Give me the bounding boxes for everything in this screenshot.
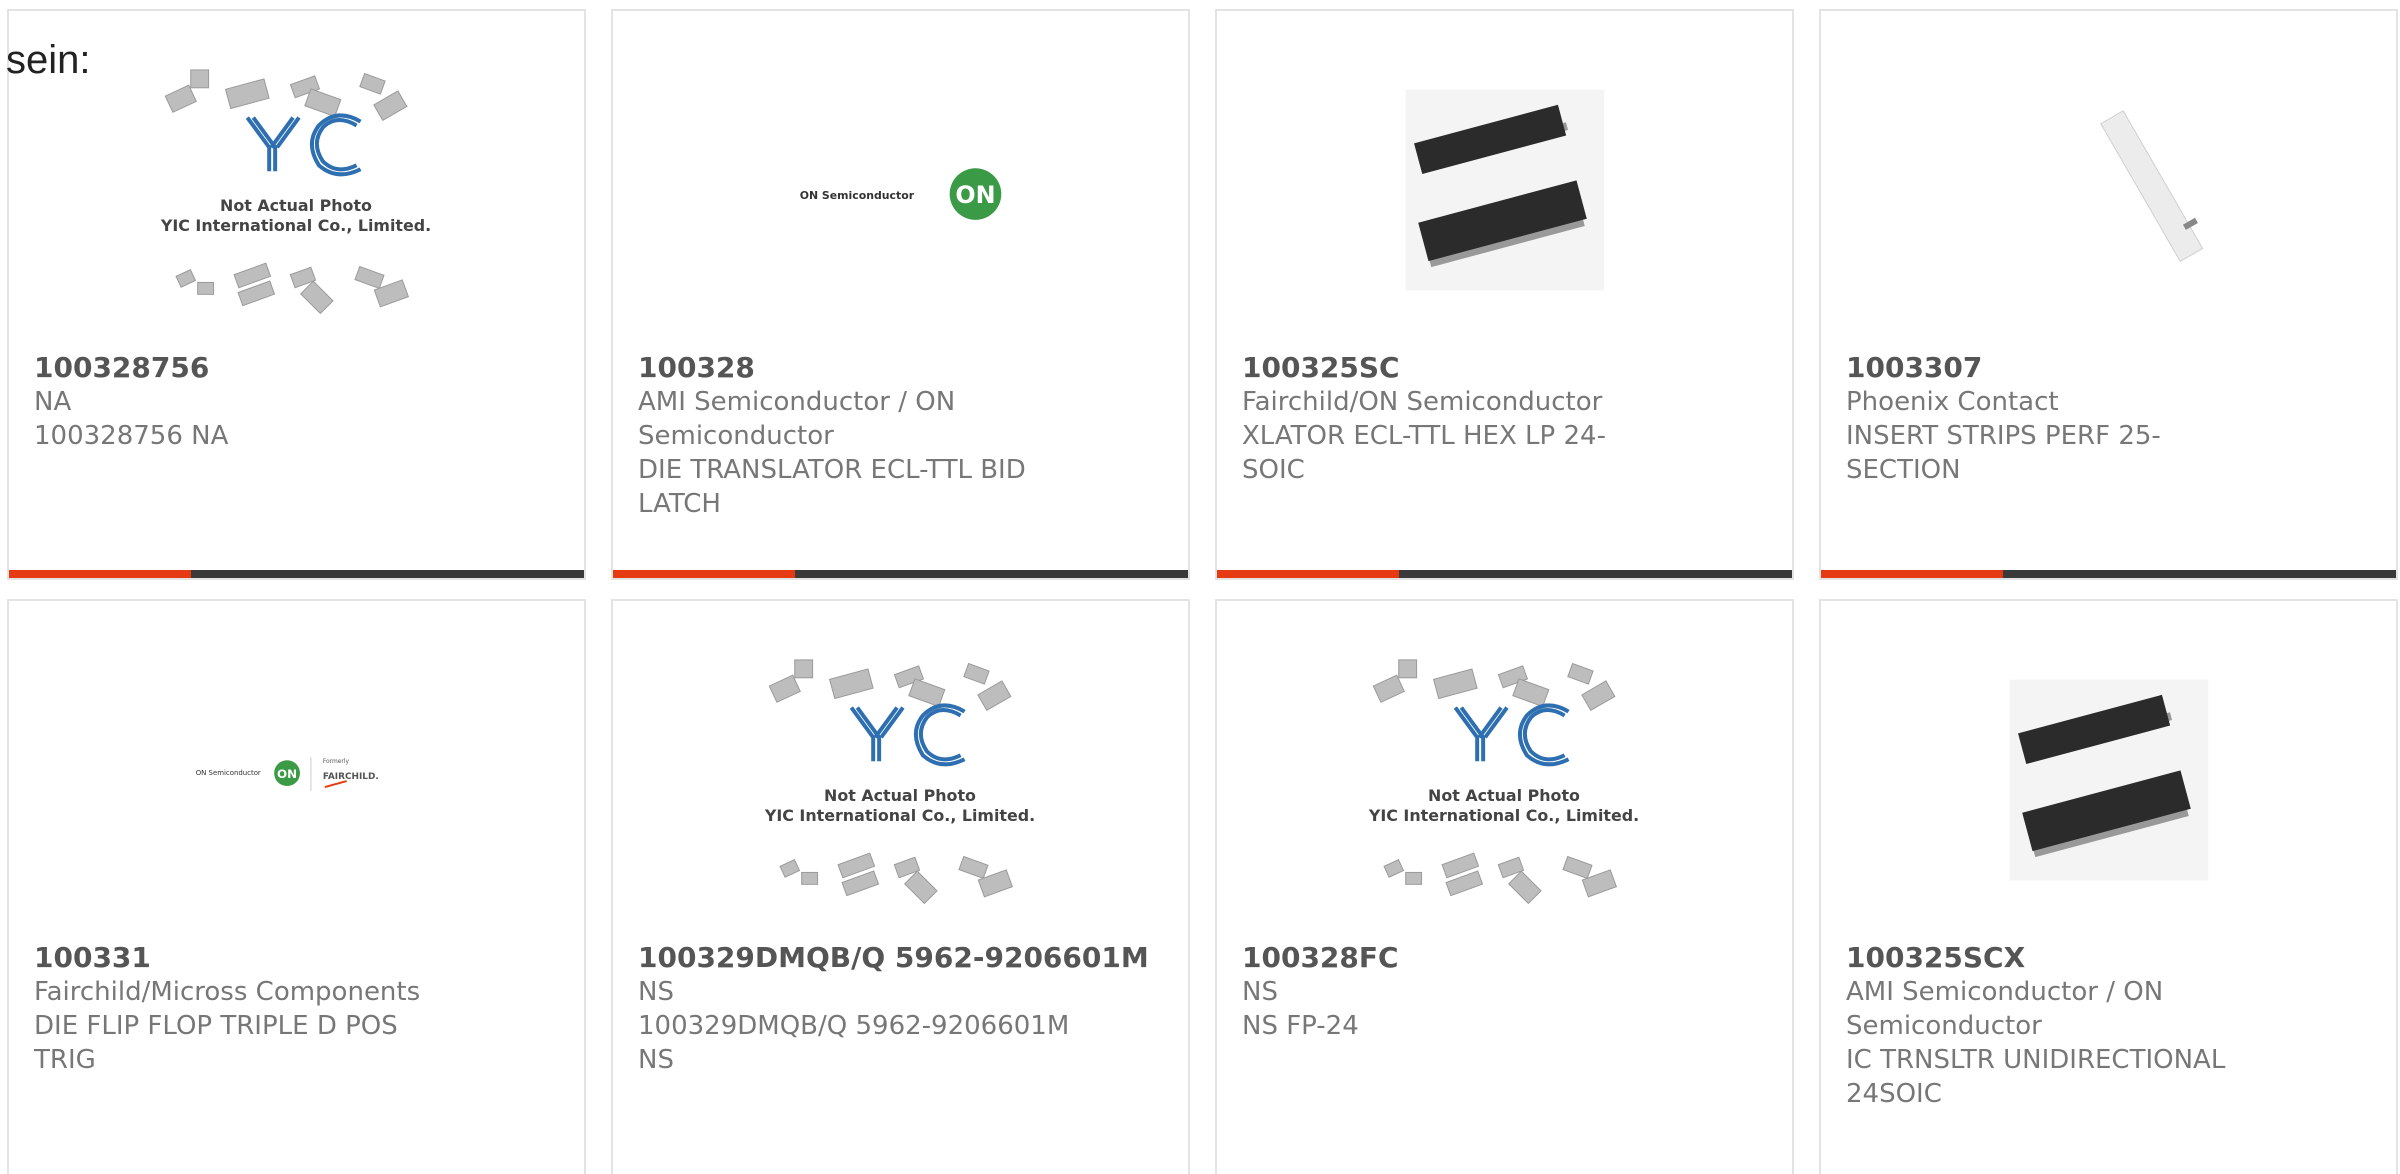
fairchild-text: FAIRCHILD. xyxy=(323,772,379,782)
part-number[interactable]: 100325SC xyxy=(1242,351,1662,385)
card-bar xyxy=(613,570,1188,578)
product-image[interactable] xyxy=(1821,641,2396,941)
product-card[interactable]: Not Actual Photo YIC International Co., … xyxy=(7,9,586,580)
manufacturer: NS xyxy=(1242,977,1278,1007)
description: DIE TRANSLATOR ECL-TTL BID xyxy=(638,455,1026,485)
part-number[interactable]: 100328FC xyxy=(1242,941,1662,975)
product-image[interactable] xyxy=(1217,51,1792,351)
description-cont: SECTION xyxy=(1846,455,1961,485)
part-number[interactable]: 100328 xyxy=(638,351,1058,385)
caption-2: YIC International Co., Limited. xyxy=(1368,806,1639,825)
on-badge-text: ON xyxy=(955,181,995,209)
soic-chip-image xyxy=(2009,679,2209,881)
product-image[interactable]: ON Semiconductor ON xyxy=(613,51,1188,351)
on-logo-text: ON Semiconductor xyxy=(196,769,261,777)
manufacturer: NS xyxy=(638,977,674,1007)
product-image[interactable]: ON Semiconductor ON Formerly FAIRCHILD. xyxy=(9,641,584,941)
product-card[interactable]: 1003307 Phoenix Contact INSERT STRIPS PE… xyxy=(1819,9,2398,580)
manufacturer: Phoenix Contact xyxy=(1846,387,2059,417)
product-image[interactable]: Not Actual Photo YIC International Co., … xyxy=(1217,641,1792,941)
description: NS FP-24 xyxy=(1242,1011,1359,1041)
description-cont: 24SOIC xyxy=(1846,1079,1942,1109)
part-number[interactable]: 100325SCX xyxy=(1846,941,2266,975)
soic-chip-image xyxy=(1405,89,1605,291)
caption-2: YIC International Co., Limited. xyxy=(160,216,431,235)
on-semiconductor-logo: ON Semiconductor ON xyxy=(800,168,1002,220)
card-bar xyxy=(9,570,584,578)
caption-1: Not Actual Photo xyxy=(1428,786,1580,805)
manufacturer: Fairchild/ON Semiconductor xyxy=(1242,387,1603,417)
description: 100328756 NA xyxy=(34,421,229,451)
on-logo-text: ON Semiconductor xyxy=(800,189,915,202)
product-card[interactable]: ON Semiconductor ON Formerly FAIRCHILD. … xyxy=(7,599,586,1174)
formerly-text: Formerly xyxy=(323,758,350,765)
insert-strip-image xyxy=(2100,110,2204,263)
product-card[interactable]: Not Actual Photo YIC International Co., … xyxy=(611,599,1190,1174)
intro-text: sein: xyxy=(6,38,91,82)
description-cont: NS xyxy=(638,1045,674,1075)
manufacturer-cont: Semiconductor xyxy=(638,421,834,451)
description-cont: LATCH xyxy=(638,489,721,519)
description: 100329DMQB/Q 5962-9206601M xyxy=(638,1011,1070,1041)
manufacturer: NA xyxy=(34,387,72,417)
caption-1: Not Actual Photo xyxy=(220,196,372,215)
product-image[interactable]: Not Actual Photo YIC International Co., … xyxy=(613,641,1188,941)
caption-1: Not Actual Photo xyxy=(824,786,976,805)
caption-2: YIC International Co., Limited. xyxy=(764,806,1035,825)
manufacturer: AMI Semiconductor / ON xyxy=(638,387,956,417)
description: INSERT STRIPS PERF 25- xyxy=(1846,421,2161,451)
product-card[interactable]: ON Semiconductor ON 100328 AMI Semicondu… xyxy=(611,9,1190,580)
product-card[interactable]: Not Actual Photo YIC International Co., … xyxy=(1215,599,1794,1174)
description: IC TRNSLTR UNIDIRECTIONAL xyxy=(1846,1045,2226,1075)
manufacturer-cont: Semiconductor xyxy=(1846,1011,2042,1041)
product-card[interactable]: 100325SC Fairchild/ON Semiconductor XLAT… xyxy=(1215,9,1794,580)
product-image[interactable]: Not Actual Photo YIC International Co., … xyxy=(9,51,584,351)
product-card[interactable]: 100325SCX AMI Semiconductor / ON Semicon… xyxy=(1819,599,2398,1174)
part-number[interactable]: 1003307 xyxy=(1846,351,2266,385)
description: DIE FLIP FLOP TRIPLE D POS xyxy=(34,1011,398,1041)
product-image[interactable] xyxy=(1821,51,2396,351)
manufacturer: AMI Semiconductor / ON xyxy=(1846,977,2164,1007)
part-number[interactable]: 100329DMQB/Q 5962-9206601M xyxy=(638,941,1158,975)
manufacturer: Fairchild/Micross Components xyxy=(34,977,421,1007)
card-bar xyxy=(1217,570,1792,578)
part-number[interactable]: 100331 xyxy=(34,941,454,975)
on-fairchild-logo: ON Semiconductor ON Formerly FAIRCHILD. xyxy=(196,757,379,791)
part-number[interactable]: 100328756 xyxy=(34,351,454,385)
yic-placeholder-image: Not Actual Photo YIC International Co., … xyxy=(764,659,1035,905)
description: XLATOR ECL-TTL HEX LP 24-SOIC xyxy=(1242,421,1606,485)
yic-placeholder-image: Not Actual Photo YIC International Co., … xyxy=(160,69,431,315)
description-cont: TRIG xyxy=(34,1045,96,1075)
yic-placeholder-image: Not Actual Photo YIC International Co., … xyxy=(1368,659,1639,905)
on-badge-text: ON xyxy=(277,767,297,781)
card-bar xyxy=(1821,570,2396,578)
